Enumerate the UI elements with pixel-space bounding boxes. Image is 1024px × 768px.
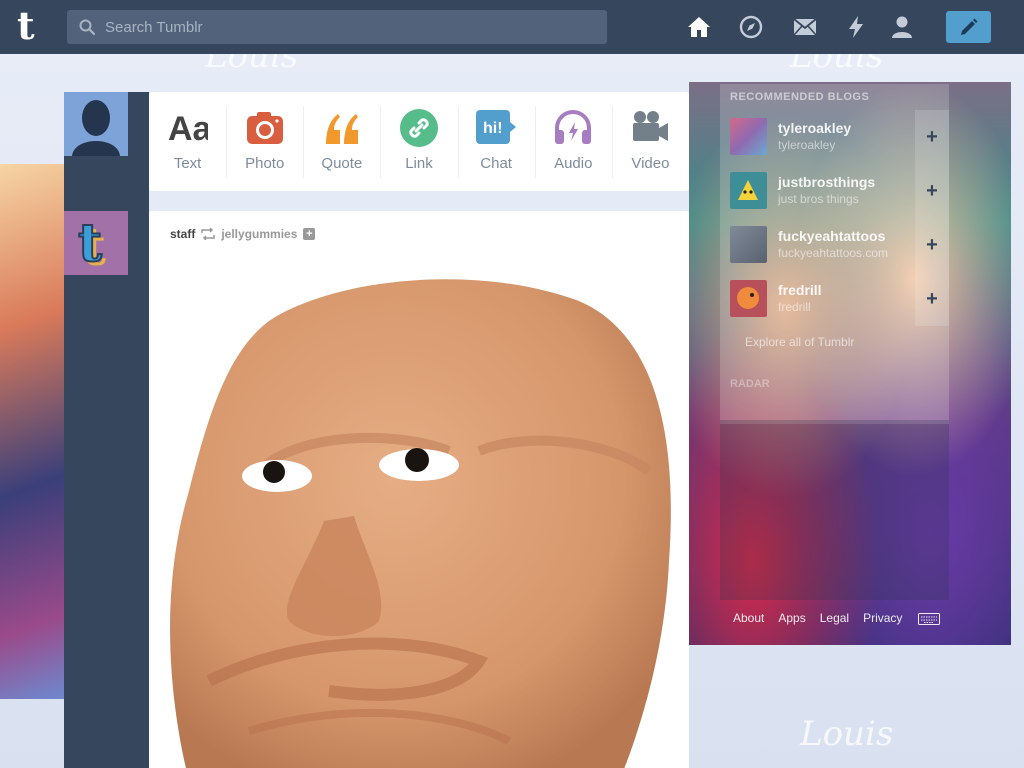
new-post-type-bar: Aa Text Photo Quote Link hi! Chat Audio … [149, 92, 689, 191]
blog-avatar [730, 226, 767, 263]
camera-icon [246, 112, 283, 144]
post-type-quote[interactable]: Quote [303, 92, 380, 191]
dashboard-post: staff jellygummies + [149, 211, 689, 768]
search-input[interactable] [105, 10, 595, 44]
post-type-link[interactable]: Link [380, 92, 457, 191]
headphones-icon [555, 110, 592, 144]
person-icon[interactable] [889, 14, 915, 40]
post-type-label: Video [631, 155, 670, 172]
footer-apps-link[interactable]: Apps [778, 611, 805, 625]
svg-text:t: t [78, 213, 102, 274]
staff-avatar[interactable]: t t [64, 211, 128, 278]
post-type-text[interactable]: Aa Text [149, 92, 226, 191]
keyboard-icon[interactable] [918, 613, 940, 625]
radar-panel[interactable] [720, 420, 949, 600]
compose-button[interactable] [946, 11, 991, 43]
post-type-photo[interactable]: Photo [226, 92, 303, 191]
blog-avatar [730, 280, 767, 317]
follow-blog-button[interactable]: + [915, 218, 949, 272]
blog-subtitle: fuckyeahtattoos.com [778, 246, 889, 260]
background-script-text: Louis [205, 54, 299, 76]
compass-icon[interactable] [738, 14, 764, 40]
blog-name: fredrill [778, 282, 822, 298]
blog-avatar [730, 118, 767, 155]
post-type-label: Audio [554, 155, 593, 172]
post-header: staff jellygummies + [170, 227, 316, 241]
footer-links: About Apps Legal Privacy [733, 611, 902, 625]
dashboard-left-column [64, 92, 149, 768]
search-icon [79, 19, 95, 35]
post-type-label: Chat [480, 155, 512, 172]
follow-blog-button[interactable]: + [915, 110, 949, 164]
blog-name: justbrosthings [778, 174, 876, 190]
recommended-blog-item[interactable]: justbrosthings just bros things + [720, 164, 949, 218]
post-type-label: Text [173, 155, 202, 172]
footer-legal-link[interactable]: Legal [820, 611, 849, 625]
video-camera-icon [633, 111, 669, 141]
top-navigation-bar: t [0, 0, 1024, 54]
silhouette-avatar-icon [64, 92, 128, 156]
post-type-video[interactable]: Video [611, 92, 689, 191]
reblog-icon [201, 228, 216, 240]
follow-plus-button[interactable]: + [303, 228, 316, 240]
radar-title: RADAR [730, 378, 770, 390]
recommended-blog-item[interactable]: tyleroakley tyleroakley + [720, 110, 949, 164]
text-icon: Aa [168, 110, 208, 148]
footer-about-link[interactable]: About [733, 611, 764, 625]
tumblr-logo[interactable]: t [17, 6, 49, 48]
svg-text:hi!: hi! [483, 120, 503, 137]
blog-name: fuckyeahtattoos [778, 228, 886, 244]
background-photo-left [0, 164, 64, 699]
reblogged-from-link[interactable]: jellygummies [221, 227, 297, 241]
recommended-blog-item[interactable]: fuckyeahtattoos fuckyeahtattoos.com + [720, 218, 949, 272]
search-box[interactable] [67, 10, 607, 44]
post-type-label: Quote [321, 155, 363, 172]
recommended-blogs-title: RECOMMENDED BLOGS [730, 91, 870, 103]
charmander-icon [737, 287, 759, 309]
post-type-label: Photo [245, 155, 285, 172]
quote-icon [325, 114, 358, 144]
follow-blog-button[interactable]: + [915, 164, 949, 218]
link-icon [399, 109, 438, 147]
blog-name: tyleroakley [778, 120, 852, 136]
post-type-label: Link [405, 155, 433, 172]
blog-avatar [730, 172, 767, 209]
explore-all-link[interactable]: Explore all of Tumblr [745, 335, 854, 349]
tumblr-staff-logo-icon: t t [64, 211, 128, 278]
svg-text:Aa: Aa [168, 110, 208, 148]
post-photo[interactable] [149, 261, 689, 768]
blog-subtitle: tyleroakley [778, 138, 836, 152]
post-author-link[interactable]: staff [170, 227, 195, 241]
lightning-icon[interactable] [843, 14, 869, 40]
background-script-text: Louis [790, 54, 884, 76]
envelope-icon[interactable] [792, 14, 818, 40]
post-type-audio[interactable]: Audio [534, 92, 612, 191]
background-script-text: Louis [800, 714, 894, 754]
pencil-icon [961, 18, 978, 35]
pikachu-icon [738, 180, 758, 200]
chat-icon: hi! [476, 110, 517, 144]
footer-privacy-link[interactable]: Privacy [863, 611, 902, 625]
blog-subtitle: just bros things [778, 192, 859, 206]
home-icon[interactable] [686, 14, 712, 40]
user-avatar[interactable] [64, 92, 128, 156]
blog-subtitle: fredrill [778, 300, 811, 314]
follow-blog-button[interactable]: + [915, 272, 949, 326]
recommended-blog-item[interactable]: fredrill fredrill + [720, 272, 949, 326]
post-type-chat[interactable]: hi! Chat [457, 92, 535, 191]
